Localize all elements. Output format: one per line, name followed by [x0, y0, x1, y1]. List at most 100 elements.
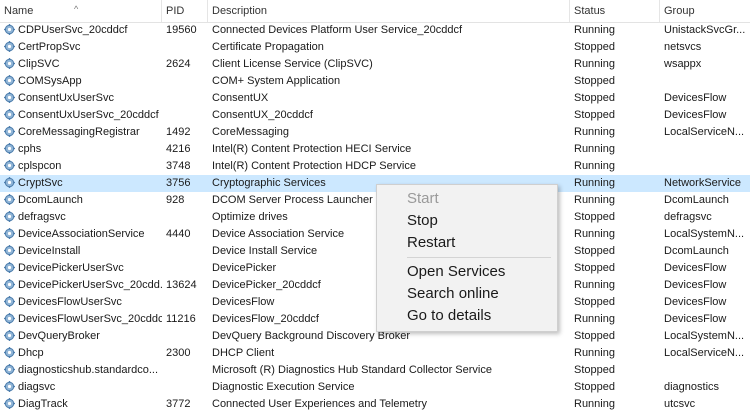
menu-item-start[interactable]: Start [407, 188, 439, 210]
service-pid [166, 328, 206, 345]
service-description: Client License Service (ClipSVC) [212, 58, 373, 70]
service-description: Intel(R) Content Protection HDCP Service [212, 160, 416, 172]
service-name: Dhcp [18, 347, 44, 359]
service-gear-icon [4, 279, 15, 290]
table-row[interactable]: ConsentUxUserSvc_20cddcf ConsentUX_20cddc… [0, 107, 750, 124]
column-header-name-label: Name [4, 5, 34, 17]
service-gear-icon [4, 262, 15, 273]
service-group: DevicesFlow [664, 92, 727, 104]
service-pid: 3756 [166, 177, 191, 189]
table-header: Name ^ PID Description Status Group [0, 0, 750, 23]
service-gear-icon [4, 381, 15, 392]
service-gear-icon [4, 160, 15, 171]
service-name-cell: CoreMessagingRegistrar [4, 124, 162, 141]
service-status: Running [574, 177, 615, 189]
column-header-name[interactable]: Name ^ [0, 0, 162, 22]
menu-item-go-to-details[interactable]: Go to details [407, 305, 491, 327]
table-row[interactable]: defragsvc Optimize drives Stopped defragsvc [0, 209, 750, 226]
service-group: UnistackSvcGr... [664, 24, 746, 36]
service-group: LocalServiceN... [664, 347, 745, 359]
service-description: ConsentUX_20cddcf [212, 109, 313, 121]
table-row[interactable]: DeviceInstall Device Install Service Stopp… [0, 243, 750, 260]
service-name-cell: ClipSVC [4, 56, 162, 73]
service-group: DcomLaunch [664, 245, 729, 257]
service-pid [166, 209, 206, 226]
service-pid [166, 243, 206, 260]
service-pid: 928 [166, 194, 185, 206]
service-gear-icon [4, 330, 15, 341]
table-row[interactable]: DevicesFlowUserSvc_20cddcf 11216 DevicesFl… [0, 311, 750, 328]
service-status: Stopped [574, 109, 615, 121]
service-group: NetworkService [664, 177, 742, 189]
service-gear-icon [4, 92, 15, 103]
service-gear-icon [4, 177, 15, 188]
service-pid [166, 379, 206, 396]
service-status: Running [574, 228, 615, 240]
column-header-description[interactable]: Description [208, 0, 570, 22]
menu-item-restart[interactable]: Restart [407, 232, 455, 254]
table-row[interactable]: DevicesFlowUserSvc DevicesFlow Stopped Devi… [0, 294, 750, 311]
table-row[interactable]: DevicePickerUserSvc DevicePicker Stopped De… [0, 260, 750, 277]
service-status: Running [574, 160, 615, 172]
service-gear-icon [4, 126, 15, 137]
service-group: DevicesFlow [664, 262, 727, 274]
service-pid [166, 39, 206, 56]
table-row[interactable]: ClipSVC 2624 Client License Service (ClipS… [0, 56, 750, 73]
column-header-status[interactable]: Status [570, 0, 660, 22]
table-row[interactable]: DcomLaunch 928 DCOM Server Process Launche… [0, 192, 750, 209]
service-pid [166, 107, 206, 124]
menu-item-open-services[interactable]: Open Services [407, 261, 505, 283]
table-row[interactable]: DeviceAssociationService 4440 Device Assoc… [0, 226, 750, 243]
service-description: Microsoft (R) Diagnostics Hub Standard C… [212, 364, 492, 376]
table-row[interactable]: CoreMessagingRegistrar 1492 CoreMessaging R… [0, 124, 750, 141]
table-row[interactable]: ConsentUxUserSvc ConsentUX Stopped DevicesF… [0, 90, 750, 107]
service-name: cphs [18, 143, 42, 155]
table-row[interactable]: DevQueryBroker DevQuery Background Discov… [0, 328, 750, 345]
service-name-cell: CryptSvc [4, 175, 162, 192]
table-row[interactable]: diagnosticshub.standardco... Microsoft (R… [0, 362, 750, 379]
service-pid [166, 362, 206, 379]
service-pid [166, 260, 206, 277]
service-name-cell: DevicePickerUserSvc_20cdd... [4, 277, 162, 294]
service-group [664, 141, 750, 158]
service-gear-icon [4, 194, 15, 205]
service-name: DcomLaunch [18, 194, 83, 206]
services-table: Name ^ PID Description Status Group CDPU… [0, 0, 750, 420]
table-row[interactable]: DiagTrack 3772 Connected User Experiences … [0, 396, 750, 413]
service-name-cell: CDPUserSvc_20cddcf [4, 22, 162, 39]
service-name-cell: defragsvc [4, 209, 162, 226]
table-row[interactable]: CryptSvc 3756 Cryptographic Services Runnin… [0, 175, 750, 192]
service-name: DevicesFlowUserSvc [18, 296, 122, 308]
service-name: DeviceInstall [18, 245, 81, 257]
service-group: DevicesFlow [664, 279, 727, 291]
service-pid: 2624 [166, 58, 191, 70]
column-header-pid[interactable]: PID [162, 0, 208, 22]
service-name-cell: Dhcp [4, 345, 162, 362]
service-pid: 11216 [166, 313, 196, 325]
table-row[interactable]: cplspcon 3748 Intel(R) Content Protection … [0, 158, 750, 175]
service-description: Diagnostic Execution Service [212, 381, 355, 393]
service-gear-icon [4, 143, 15, 154]
service-pid: 3772 [166, 398, 191, 410]
service-name-cell: CertPropSvc [4, 39, 162, 56]
menu-item-stop[interactable]: Stop [407, 210, 438, 232]
service-name-cell: DevicesFlowUserSvc [4, 294, 162, 311]
column-header-group[interactable]: Group [660, 0, 750, 22]
service-status: Running [574, 347, 615, 359]
table-row[interactable]: cphs 4216 Intel(R) Content Protection HECI… [0, 141, 750, 158]
table-row[interactable]: CertPropSvc Certificate Propagation Stoppe… [0, 39, 750, 56]
table-row[interactable]: DevicePickerUserSvc_20cdd... 13624 DeviceP… [0, 277, 750, 294]
service-pid [166, 294, 206, 311]
service-name: CoreMessagingRegistrar [18, 126, 140, 138]
table-row[interactable]: COMSysApp COM+ System Application Stopped [0, 73, 750, 90]
table-row[interactable]: Dhcp 2300 DHCP Client Running LocalServiceN.… [0, 345, 750, 362]
service-status: Running [574, 313, 615, 325]
service-name-cell: COMSysApp [4, 73, 162, 90]
menu-item-search-online[interactable]: Search online [407, 283, 499, 305]
table-row[interactable]: CDPUserSvc_20cddcf 19560 Connected Devices… [0, 22, 750, 39]
table-row[interactable]: diagsvc Diagnostic Execution Service Stopp… [0, 379, 750, 396]
service-name: diagnosticshub.standardco... [18, 364, 159, 376]
service-group: LocalSystemN... [664, 330, 745, 342]
service-group [664, 362, 750, 379]
column-header-group-label: Group [664, 5, 695, 17]
